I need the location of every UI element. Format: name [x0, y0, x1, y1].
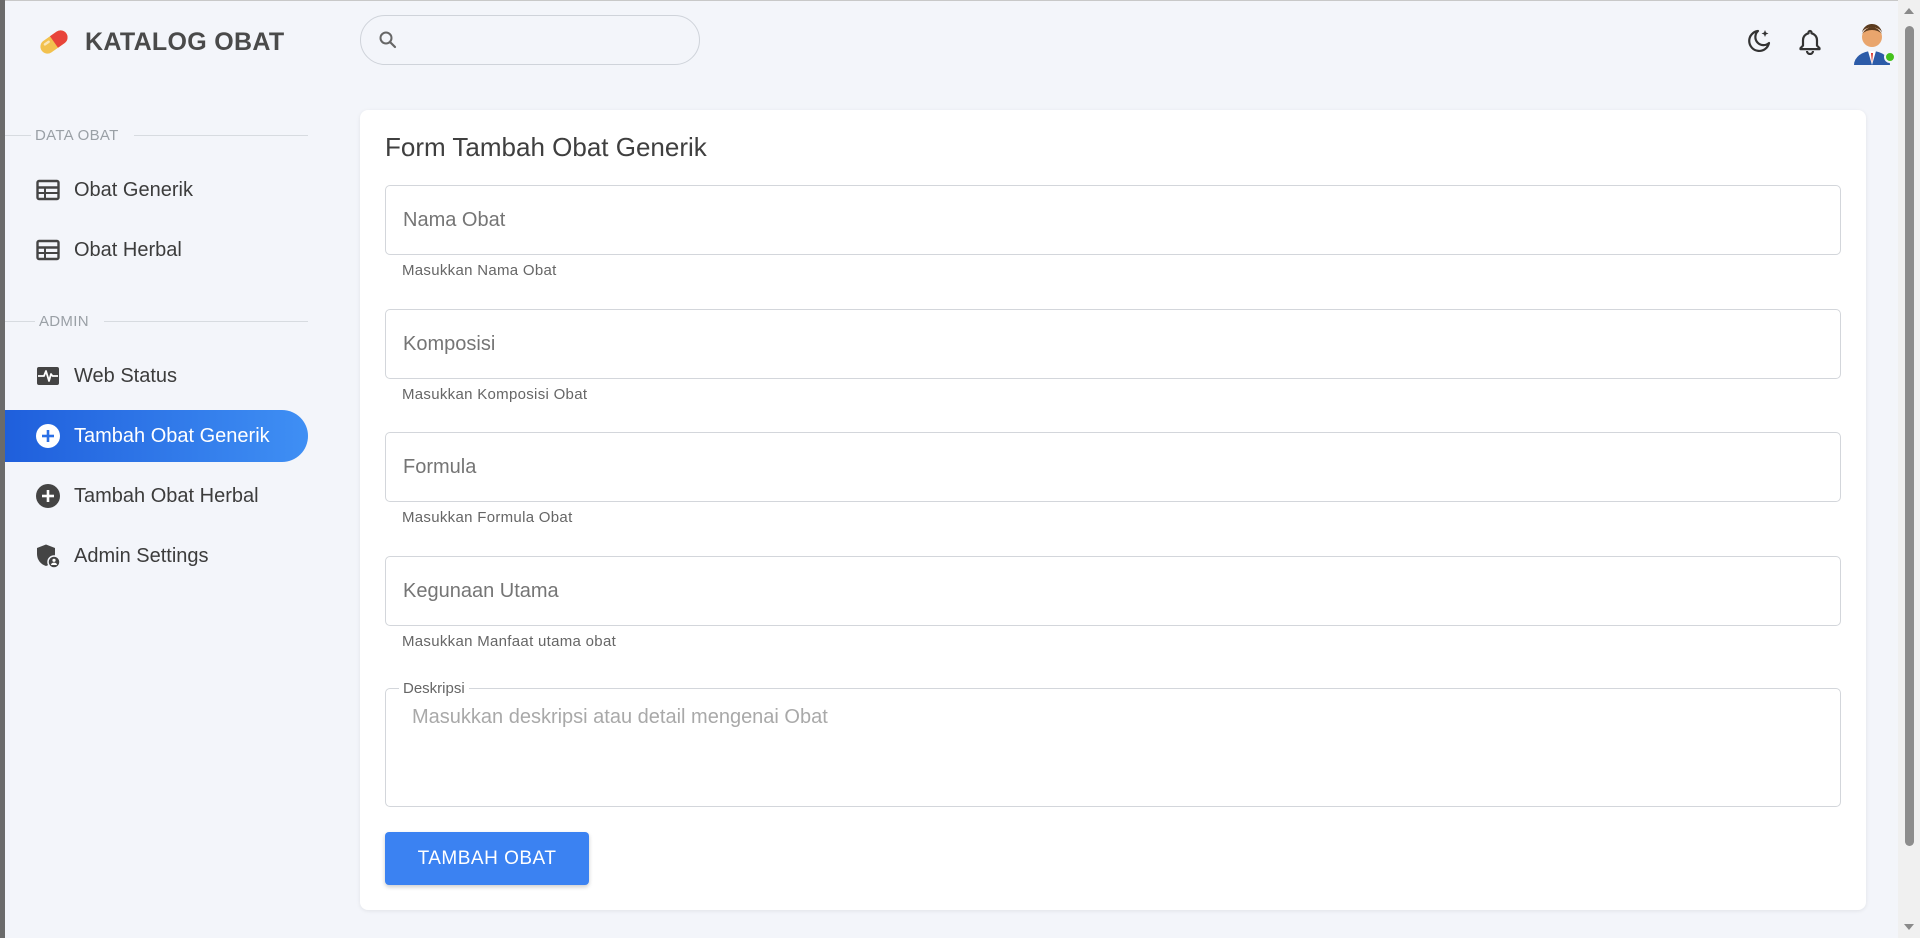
- komposisi-field: Masukkan Komposisi Obat: [385, 309, 1841, 403]
- bell-icon: [1799, 29, 1821, 55]
- search-input[interactable]: [409, 20, 679, 60]
- dark-mode-toggle[interactable]: [1735, 17, 1783, 65]
- deskripsi-field: Deskripsi: [385, 680, 1841, 807]
- section-label: DATA OBAT: [35, 126, 119, 144]
- page-scrollbar[interactable]: [1898, 0, 1920, 938]
- komposisi-helper: Masukkan Komposisi Obat: [402, 386, 588, 403]
- sidebar-item-obat-generik[interactable]: Obat Generik: [5, 164, 308, 216]
- notifications-button[interactable]: [1786, 17, 1834, 65]
- header-actions: [1732, 15, 1898, 67]
- sidebar-section-admin: ADMIN: [5, 306, 308, 336]
- app-header: KATALOG OBAT: [5, 1, 1898, 79]
- kegunaan-utama-box[interactable]: [385, 556, 1841, 626]
- sidebar-item-label: Tambah Obat Generik: [74, 424, 270, 447]
- add-circle-icon: [35, 483, 61, 509]
- scroll-up-arrow-icon[interactable]: [1904, 8, 1914, 14]
- sidebar-item-label: Admin Settings: [74, 544, 209, 567]
- formula-field: Masukkan Formula Obat: [385, 432, 1841, 526]
- scrollbar-thumb[interactable]: [1905, 26, 1914, 846]
- search-bar[interactable]: [360, 15, 700, 65]
- app-title: KATALOG OBAT: [85, 27, 285, 56]
- formula-input[interactable]: [403, 455, 1803, 479]
- sidebar-item-obat-herbal[interactable]: Obat Herbal: [5, 224, 308, 276]
- sidebar-item-label: Web Status: [74, 364, 178, 387]
- user-avatar[interactable]: [1846, 15, 1898, 67]
- add-circle-icon: [35, 423, 61, 449]
- nama-obat-input[interactable]: [403, 208, 1803, 232]
- sidebar-item-tambah-obat-herbal[interactable]: Tambah Obat Herbal: [5, 470, 308, 522]
- komposisi-box[interactable]: [385, 309, 1841, 379]
- sidebar-section-data-obat: DATA OBAT: [5, 120, 308, 150]
- kegunaan-utama-helper: Masukkan Manfaat utama obat: [402, 633, 617, 650]
- formula-helper: Masukkan Formula Obat: [402, 509, 573, 526]
- tambah-obat-button[interactable]: TAMBAH OBAT: [385, 832, 589, 885]
- nama-obat-field: Masukkan Nama Obat: [385, 185, 1841, 279]
- search-icon: [379, 31, 397, 49]
- sidebar-item-label: Tambah Obat Herbal: [74, 484, 259, 507]
- monitor-heart-icon: [35, 363, 61, 389]
- sidebar-item-admin-settings[interactable]: Admin Settings: [5, 530, 308, 582]
- section-label: ADMIN: [39, 312, 89, 330]
- pill-icon: [40, 30, 68, 54]
- table-icon: [35, 237, 61, 263]
- deskripsi-textarea[interactable]: [412, 706, 1812, 786]
- dark-mode-icon: [1748, 29, 1771, 52]
- komposisi-input[interactable]: [403, 332, 1803, 356]
- deskripsi-label: Deskripsi: [403, 680, 465, 697]
- sidebar: DATA OBAT Obat Generik Obat Herbal ADMIN…: [5, 120, 308, 590]
- nama-obat-helper: Masukkan Nama Obat: [402, 262, 557, 279]
- form-title: Form Tambah Obat Generik: [385, 132, 707, 162]
- sidebar-item-label: Obat Herbal: [74, 238, 182, 261]
- kegunaan-utama-field: Masukkan Manfaat utama obat: [385, 556, 1841, 650]
- online-status-dot: [1884, 51, 1896, 63]
- scroll-down-arrow-icon[interactable]: [1904, 924, 1914, 930]
- sidebar-item-label: Obat Generik: [74, 178, 193, 201]
- formula-box[interactable]: [385, 432, 1841, 502]
- nama-obat-box[interactable]: [385, 185, 1841, 255]
- brand[interactable]: KATALOG OBAT: [35, 23, 284, 61]
- table-icon: [35, 177, 61, 203]
- kegunaan-utama-input[interactable]: [403, 579, 1803, 603]
- form-card: Form Tambah Obat Generik Masukkan Nama O…: [360, 110, 1866, 910]
- sidebar-item-tambah-obat-generik[interactable]: Tambah Obat Generik: [5, 410, 308, 462]
- admin-shield-icon: [35, 543, 61, 569]
- sidebar-item-web-status[interactable]: Web Status: [5, 350, 308, 402]
